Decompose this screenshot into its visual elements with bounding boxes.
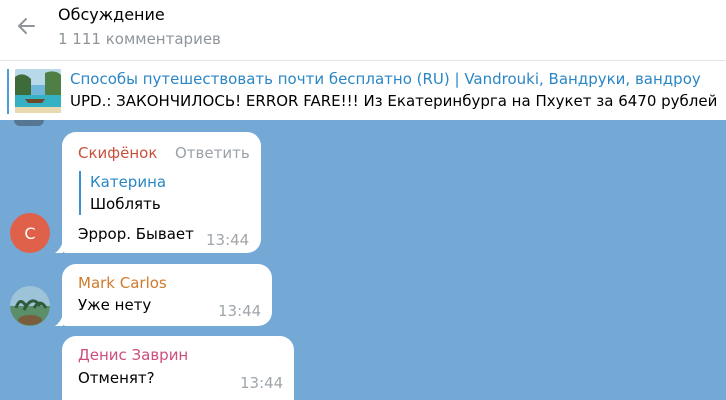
sender-name[interactable]: Денис Заврин xyxy=(78,346,188,364)
back-button[interactable] xyxy=(8,10,44,42)
message-bubble[interactable]: Скифёнок Ответить Катерина Шоблять Эррор… xyxy=(55,132,261,253)
quote-bar xyxy=(79,171,81,215)
message-bubble[interactable]: Денис Заврин Отменят? 13:44 xyxy=(62,336,294,400)
quoted-sender[interactable]: Катерина xyxy=(90,173,166,191)
previous-avatar-edge xyxy=(14,120,44,126)
comment-count: 1 111 комментариев xyxy=(58,30,221,48)
avatar-photo xyxy=(10,286,50,326)
chat-header: Обсуждение 1 111 комментариев xyxy=(0,0,726,60)
sender-name[interactable]: Mark Carlos xyxy=(78,274,167,292)
avatar[interactable] xyxy=(10,286,50,326)
arrow-left-icon xyxy=(18,18,35,34)
message-time: 13:44 xyxy=(240,374,284,392)
message-time: 13:44 xyxy=(218,302,262,320)
message-text: Уже нету xyxy=(78,296,152,314)
sender-name[interactable]: Скифёнок xyxy=(78,144,157,162)
pinned-accent-bar xyxy=(7,69,9,114)
reply-button[interactable]: Ответить xyxy=(175,144,250,162)
quoted-text: Шоблять xyxy=(90,195,161,213)
message-time: 13:44 xyxy=(206,231,250,249)
post-thumbnail xyxy=(15,69,61,113)
message-text: Отменят? xyxy=(78,369,155,387)
bubble-tail xyxy=(55,241,63,253)
page-title: Обсуждение xyxy=(58,5,165,24)
message-bubble[interactable]: Mark Carlos Уже нету 13:44 xyxy=(55,264,272,326)
pinned-post-text: UPD.: ЗАКОНЧИЛОСЬ! ERROR FARE!!! Из Екат… xyxy=(70,92,720,110)
avatar[interactable]: С xyxy=(10,213,50,253)
pinned-post-title: Способы путешествовать почти бесплатно (… xyxy=(70,70,701,88)
bubble-tail xyxy=(55,314,63,326)
pinned-post[interactable]: Способы путешествовать почти бесплатно (… xyxy=(0,60,726,120)
message-text: Эррор. Бывает xyxy=(78,225,194,243)
